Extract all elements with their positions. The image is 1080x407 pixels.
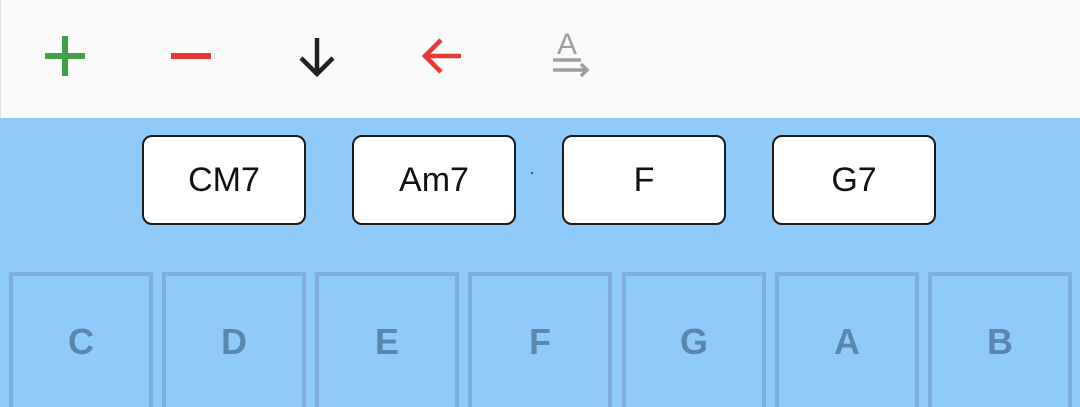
back-button[interactable] <box>417 30 469 82</box>
insertion-marker <box>531 172 533 174</box>
key-b[interactable]: B <box>928 272 1072 407</box>
add-button[interactable] <box>39 30 91 82</box>
arrow-down-icon <box>299 38 335 78</box>
move-down-button[interactable] <box>291 30 343 82</box>
chord-card-4[interactable]: G7 <box>772 135 936 225</box>
app-root: A CM7 Am7 F G7 C D E F G A B <box>0 0 1080 407</box>
remove-button[interactable] <box>165 30 217 82</box>
text-direction-button[interactable]: A <box>543 30 595 82</box>
minus-icon <box>171 53 211 59</box>
text-direction-icon: A <box>553 30 590 78</box>
chord-card-3[interactable]: F <box>562 135 726 225</box>
text-direction-letter: A <box>557 30 577 61</box>
chord-card-1[interactable]: CM7 <box>142 135 306 225</box>
key-d[interactable]: D <box>162 272 306 407</box>
key-a[interactable]: A <box>775 272 919 407</box>
arrow-left-icon <box>421 38 461 74</box>
toolbar: A <box>0 0 1080 118</box>
key-f[interactable]: F <box>468 272 612 407</box>
chord-card-2[interactable]: Am7 <box>352 135 516 225</box>
plus-icon <box>45 36 85 76</box>
key-e[interactable]: E <box>315 272 459 407</box>
chord-progression: CM7 Am7 F G7 <box>0 118 1080 268</box>
key-c[interactable]: C <box>9 272 153 407</box>
key-g[interactable]: G <box>622 272 766 407</box>
key-row: C D E F G A B <box>0 272 1080 407</box>
